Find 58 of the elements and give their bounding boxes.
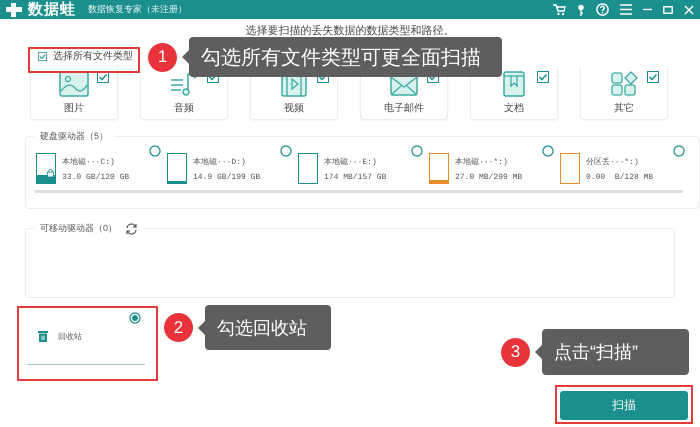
section-title: 硬盘驱动器（5） [40,130,108,143]
drive-size: 27.0 MB/299 MB [455,172,522,182]
section-title: 可移动驱动器（0） [40,222,118,235]
radio-button[interactable] [542,145,554,157]
music-note-icon [169,71,199,97]
image-icon [59,71,89,97]
trash-icon [38,330,48,342]
maximize-icon[interactable] [663,6,673,14]
drive-size: 174 MB/157 GB [324,172,386,182]
menu-icon[interactable] [620,4,632,15]
step-number-badge: 3 [501,338,530,366]
scrollbar[interactable] [34,190,683,193]
step-tooltip: 点击“扫描” [535,329,689,375]
help-icon[interactable] [596,3,609,16]
cart-icon[interactable] [553,4,566,16]
drive-name: 本地磁···D:) [193,156,247,166]
checkbox[interactable] [537,71,549,83]
drive-size: 0.00 B/128 MB [586,172,654,182]
window-title: 数据恢复专家（未注册） [88,3,187,16]
file-type-label: 电子邮件 [384,102,424,115]
drive-size: 33.0 GB/120 GB [62,172,130,182]
select-all-label: 选择所有文件类型 [53,50,133,63]
recycle-bin-label: 回收站 [58,331,82,342]
shapes-icon [609,71,639,97]
checkbox[interactable] [38,52,47,60]
step-tooltip: 勾选回收站 [198,305,331,350]
step-number-badge: 2 [164,313,193,342]
checkbox[interactable] [647,71,659,83]
drive-name: 分区丢···*:) [586,156,640,166]
file-type-label: 文档 [504,102,524,115]
file-type-label: 其它 [614,102,634,115]
drive-name: 本地磁···C:) [62,156,116,166]
recycle-bin-card[interactable]: 回收站 [28,302,145,365]
minimize-icon[interactable] [643,8,652,11]
radio-button[interactable] [129,312,141,324]
radio-button[interactable] [411,145,423,157]
scan-button[interactable]: 扫描 [560,391,688,420]
file-type-card[interactable]: 文档 [470,67,558,120]
file-type-label: 图片 [64,102,84,115]
radio-button[interactable] [280,145,292,157]
file-type-card[interactable]: 音频 [140,67,228,120]
file-type-label: 音频 [174,102,194,115]
drive-name: 本地磁···E:) [324,156,378,166]
drive-size: 14.9 GB/199 GB [193,172,260,182]
logo-icon [6,2,22,16]
file-type-label: 视频 [284,102,304,115]
drive-name: 本地磁···*:) [455,156,509,166]
app-logo: 数据蛙 [28,0,76,19]
file-type-card[interactable]: 其它 [580,67,668,120]
close-icon[interactable] [684,4,694,14]
step-number-badge: 1 [148,42,177,72]
file-type-card[interactable]: 图片 [30,67,118,120]
step-tooltip: 勾选所有文件类型可更全面扫描 [182,37,502,77]
radio-button[interactable] [673,145,685,157]
instruction-text: 选择要扫描的丢失数据的数据类型和路径。 [244,24,456,37]
radio-button[interactable] [149,145,161,157]
refresh-icon[interactable] [125,222,138,234]
key-icon[interactable] [577,4,585,16]
